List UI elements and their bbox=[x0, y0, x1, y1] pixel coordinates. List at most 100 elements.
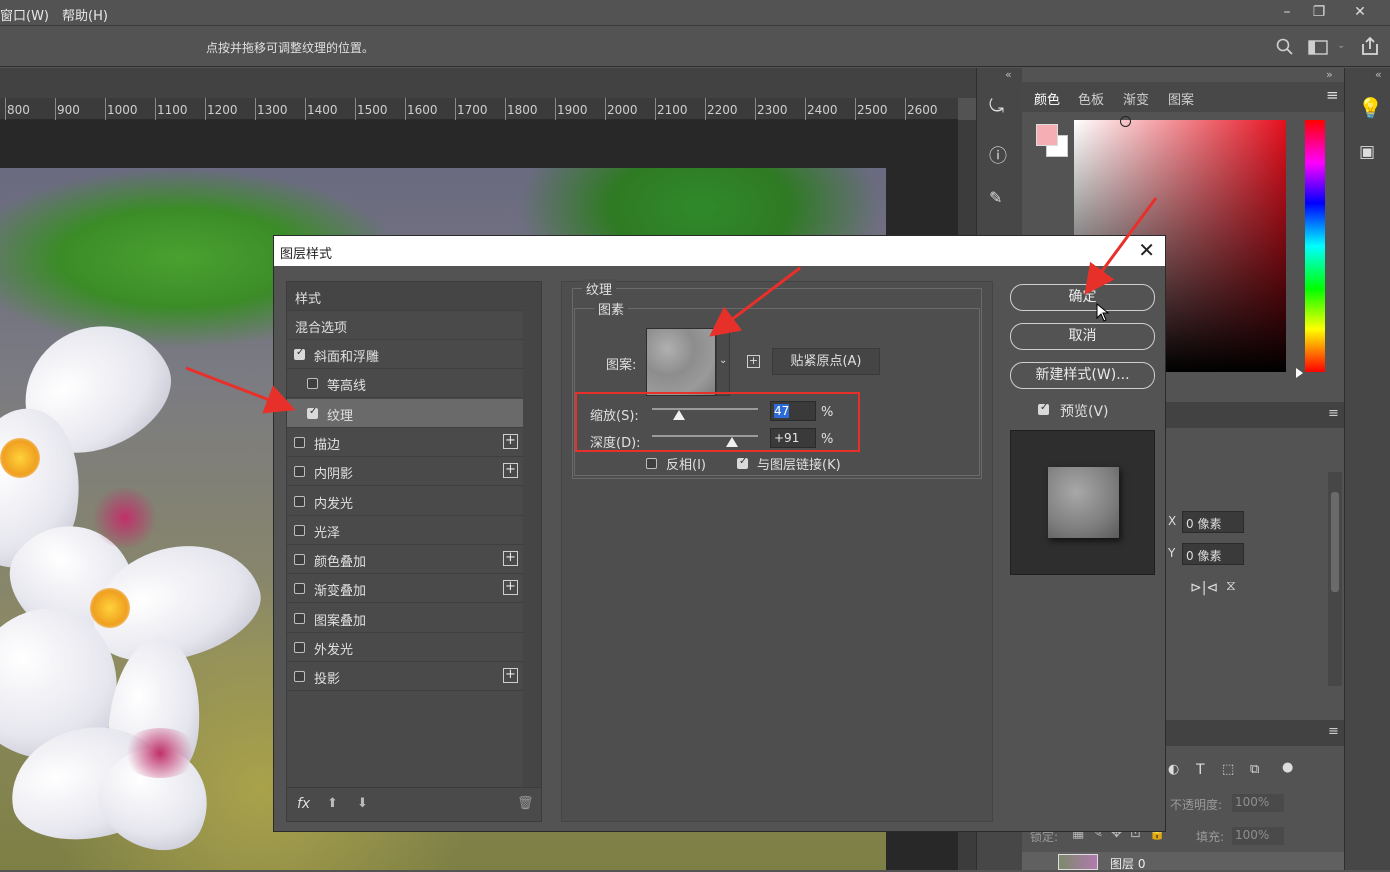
adjustment-filter-icon[interactable]: ◐ bbox=[1168, 762, 1179, 777]
add-effect-icon[interactable]: + bbox=[503, 463, 518, 479]
style-list: 样式 混合选项 fx ⬆ ⬇ 🗑 斜面和浮雕等高线纹理描边 + 内阴影 + 内发光光泽颜… bbox=[286, 281, 542, 822]
foreground-swatch[interactable] bbox=[1036, 124, 1058, 146]
style-item[interactable]: 等高线 bbox=[287, 369, 523, 399]
style-item[interactable]: 渐变叠加 + bbox=[287, 574, 523, 604]
horizontal-ruler: 800 900 1000 1100 1200 1300 1400 1500 1600 1700 18… bbox=[0, 98, 958, 120]
expand-icon[interactable]: » bbox=[1326, 68, 1333, 81]
tab-gradients[interactable]: 渐变 bbox=[1123, 89, 1149, 108]
layer-row[interactable]: 图层 0 bbox=[1022, 852, 1344, 872]
chevron-down-icon: ⌄ bbox=[719, 355, 728, 366]
hue-slider[interactable] bbox=[1305, 120, 1325, 372]
move-up-icon[interactable]: ⬆ bbox=[327, 796, 338, 811]
opacity-input[interactable]: 100% bbox=[1232, 794, 1284, 812]
ruler-tick-label: 2000 bbox=[607, 103, 638, 117]
minimize-icon[interactable]: – bbox=[1270, 0, 1304, 24]
collapse-icon[interactable]: « bbox=[1375, 68, 1382, 81]
hue-slider-handle[interactable] bbox=[1296, 368, 1303, 378]
dialog-titlebar[interactable]: 图层样式 ✕ bbox=[274, 236, 1165, 266]
style-list-footer: fx ⬆ ⬇ 🗑 bbox=[287, 787, 541, 821]
menu-help[interactable]: 帮助(H) bbox=[62, 5, 108, 24]
cancel-button[interactable]: 取消 bbox=[1010, 323, 1155, 350]
style-item[interactable]: 图案叠加 bbox=[287, 604, 523, 633]
flip-horizontal-icon[interactable]: ⊳|⊲ bbox=[1190, 580, 1218, 596]
panel-menu-icon[interactable]: ≡ bbox=[1326, 86, 1339, 104]
style-item-checkbox[interactable] bbox=[294, 671, 305, 683]
style-item-checkbox[interactable] bbox=[294, 612, 305, 624]
pattern-dropdown[interactable]: ⌄ bbox=[716, 328, 730, 396]
style-item[interactable]: 光泽 bbox=[287, 516, 523, 545]
style-list-scrollbar[interactable] bbox=[523, 282, 541, 787]
style-item[interactable]: 内阴影 + bbox=[287, 457, 523, 487]
pattern-swatch[interactable] bbox=[646, 328, 716, 396]
learn-icon[interactable]: 💡 bbox=[1358, 96, 1383, 120]
libraries-icon[interactable]: ▣ bbox=[1359, 142, 1375, 162]
restore-icon[interactable]: ❐ bbox=[1302, 0, 1336, 24]
close-icon[interactable]: ✕ bbox=[1138, 239, 1155, 261]
style-item[interactable]: 纹理 bbox=[287, 398, 523, 428]
style-list-header[interactable]: 样式 bbox=[287, 282, 523, 311]
style-item-checkbox[interactable] bbox=[294, 583, 305, 595]
share-icon[interactable] bbox=[1360, 36, 1380, 56]
add-effect-icon[interactable]: + bbox=[503, 580, 518, 596]
workspace-icon[interactable] bbox=[1308, 40, 1330, 56]
ruler-tick-label: 1400 bbox=[307, 103, 338, 117]
style-item-checkbox[interactable] bbox=[307, 406, 318, 419]
style-item-checkbox[interactable] bbox=[307, 378, 318, 390]
style-item[interactable]: 投影 + bbox=[287, 662, 523, 692]
style-item[interactable]: 描边 + bbox=[287, 428, 523, 457]
trash-icon[interactable]: 🗑 bbox=[517, 796, 534, 811]
ruler-tick-label: 1700 bbox=[457, 103, 488, 117]
smart-object-filter-icon[interactable]: ⧉ bbox=[1250, 762, 1259, 777]
move-down-icon[interactable]: ⬇ bbox=[357, 796, 368, 811]
type-filter-icon[interactable]: T bbox=[1196, 762, 1205, 778]
add-effect-icon[interactable]: + bbox=[503, 668, 518, 684]
info-icon[interactable]: ⓘ bbox=[989, 142, 1007, 168]
style-item-checkbox[interactable] bbox=[294, 554, 305, 566]
shape-filter-icon[interactable]: ⬚ bbox=[1222, 762, 1234, 777]
style-item[interactable]: 颜色叠加 + bbox=[287, 545, 523, 575]
y-input[interactable]: 0 像素 bbox=[1182, 543, 1244, 565]
fill-input[interactable]: 100% bbox=[1232, 827, 1284, 845]
style-item-checkbox[interactable] bbox=[294, 524, 305, 536]
tab-color[interactable]: 颜色 bbox=[1034, 89, 1060, 108]
collapse-icon[interactable]: « bbox=[1005, 68, 1012, 81]
new-style-button[interactable]: 新建样式(W)... bbox=[1010, 362, 1155, 389]
color-picker-cursor[interactable] bbox=[1120, 116, 1131, 127]
new-preset-icon[interactable]: + bbox=[747, 355, 760, 368]
style-item[interactable]: 外发光 bbox=[287, 633, 523, 662]
preview-checkbox[interactable] bbox=[1038, 402, 1049, 415]
panel-menu-icon[interactable]: ≡ bbox=[1328, 724, 1339, 739]
menu-window[interactable]: 窗口(W) bbox=[0, 5, 49, 24]
style-item[interactable]: 内发光 bbox=[287, 487, 523, 516]
chevron-down-icon[interactable]: ⌄ bbox=[1337, 40, 1345, 51]
add-effect-icon[interactable]: + bbox=[503, 433, 518, 449]
search-icon[interactable] bbox=[1276, 38, 1294, 56]
style-item-checkbox[interactable] bbox=[294, 436, 305, 448]
layer-name[interactable]: 图层 0 bbox=[1110, 855, 1145, 872]
brush-icon[interactable]: ✎ bbox=[989, 188, 1002, 207]
ruler-tick-line bbox=[455, 98, 456, 120]
tab-swatches[interactable]: 色板 bbox=[1078, 89, 1104, 108]
history-icon[interactable]: ⤿ bbox=[989, 96, 1004, 117]
link-with-layer-checkbox[interactable] bbox=[737, 456, 748, 469]
panel-menu-icon[interactable]: ≡ bbox=[1328, 406, 1339, 421]
style-item[interactable]: 斜面和浮雕 bbox=[287, 340, 523, 369]
style-item-checkbox[interactable] bbox=[294, 347, 305, 360]
snap-to-origin-button[interactable]: 贴紧原点(A) bbox=[772, 348, 880, 375]
style-item-checkbox[interactable] bbox=[294, 495, 305, 507]
style-item-checkbox[interactable] bbox=[294, 466, 305, 478]
ok-button[interactable]: 确定 bbox=[1010, 284, 1155, 311]
x-input[interactable]: 0 像素 bbox=[1182, 511, 1244, 533]
ruler-tick-line bbox=[755, 98, 756, 120]
ruler-tick-line bbox=[155, 98, 156, 120]
invert-checkbox[interactable] bbox=[646, 458, 657, 469]
filter-toggle-icon[interactable]: ● bbox=[1282, 760, 1293, 775]
fx-icon[interactable]: fx bbox=[297, 796, 310, 812]
tab-patterns[interactable]: 图案 bbox=[1168, 89, 1194, 108]
add-effect-icon[interactable]: + bbox=[503, 551, 518, 567]
flip-vertical-icon[interactable]: ⧖ bbox=[1226, 578, 1236, 594]
close-icon[interactable]: ✕ bbox=[1343, 0, 1377, 24]
style-item-checkbox[interactable] bbox=[294, 642, 305, 653]
blend-options-item[interactable]: 混合选项 bbox=[287, 311, 523, 340]
properties-scrollbar[interactable] bbox=[1328, 472, 1342, 686]
